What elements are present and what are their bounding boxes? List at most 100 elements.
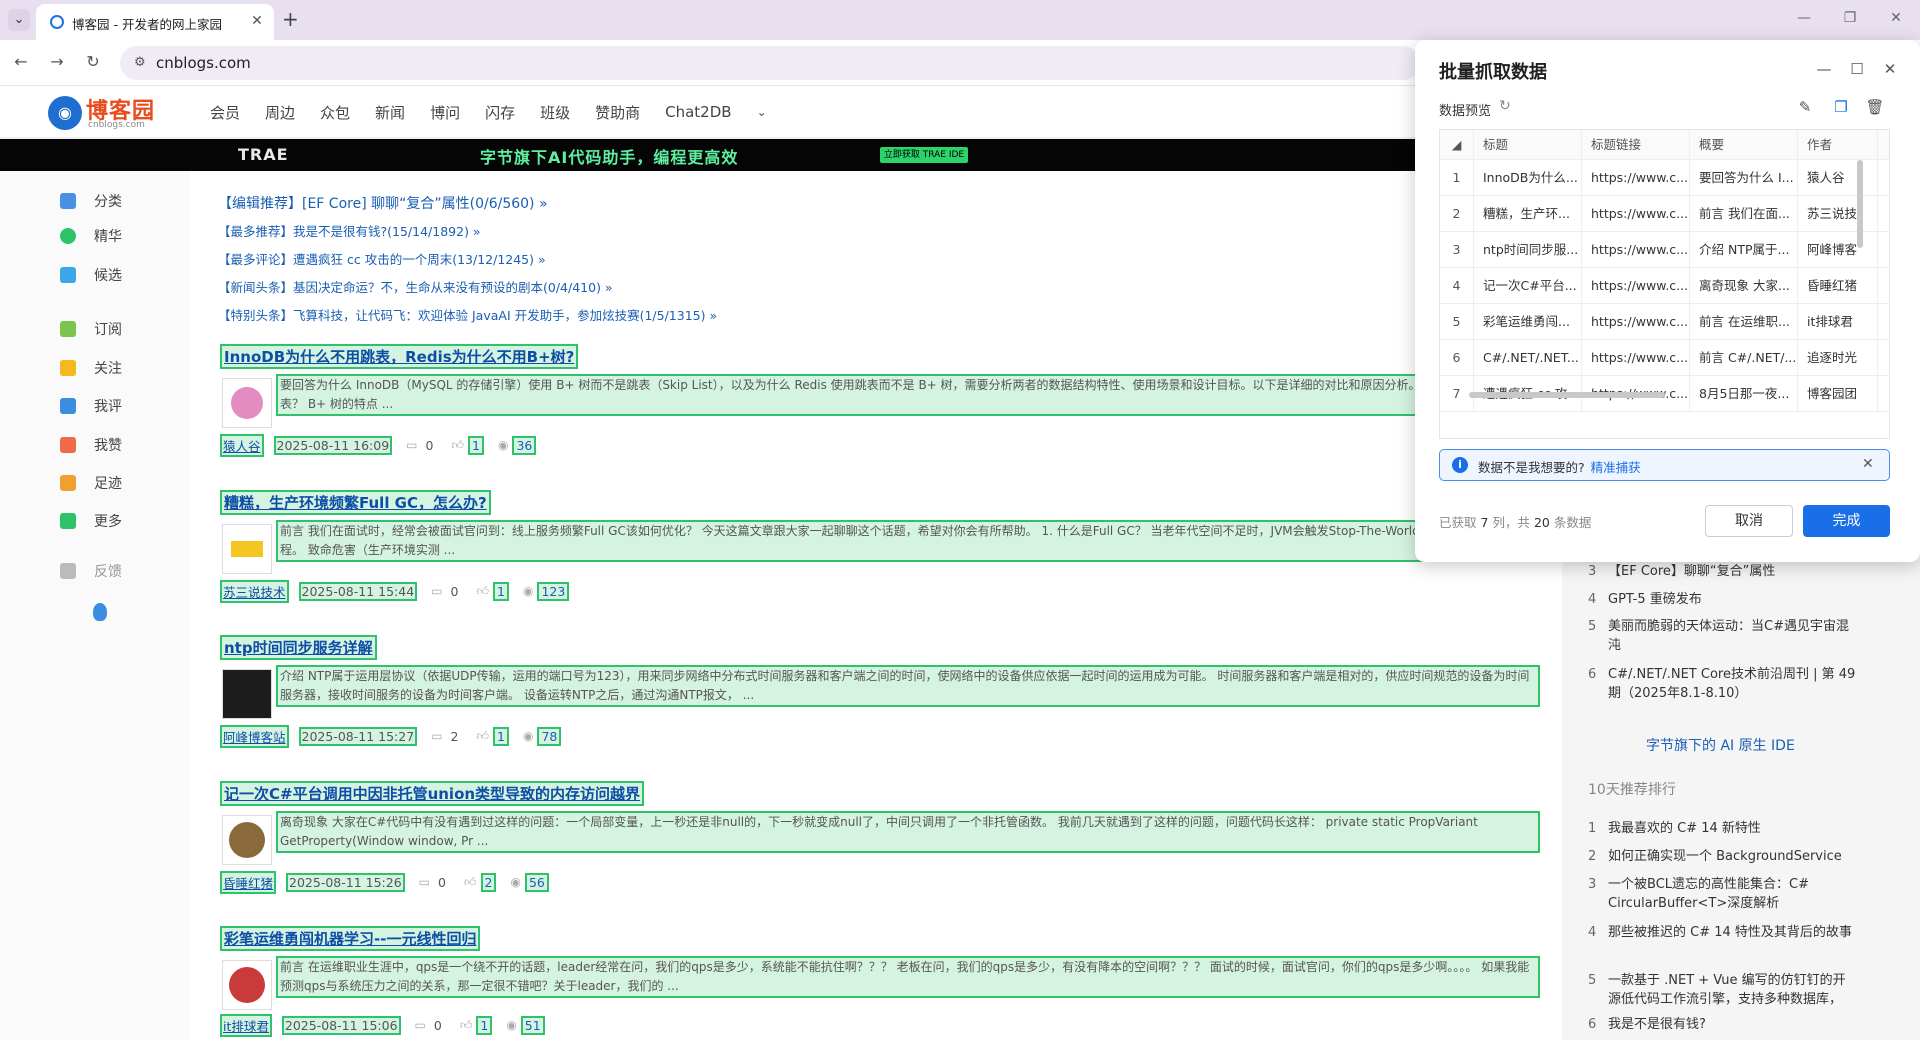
author-avatar[interactable] — [222, 378, 272, 428]
url-field[interactable]: ⚙ cnblogs.com — [120, 46, 1420, 80]
author-avatar[interactable] — [222, 669, 272, 719]
add-column-icon[interactable]: + — [1878, 130, 1889, 159]
menu-item[interactable]: 博问 — [430, 102, 460, 123]
sidebar-item-feedback[interactable]: 反馈 — [60, 559, 122, 583]
browser-tab[interactable]: 博客园 - 开发者的网上家园 ✕ — [36, 4, 274, 40]
post-title[interactable]: ntp时间同步服务详解 — [220, 635, 377, 660]
like-count[interactable]: 2 — [480, 872, 497, 892]
logo-icon[interactable]: ◉ — [48, 96, 82, 130]
post-author[interactable]: 猿人谷 — [220, 433, 264, 457]
item-link[interactable]: 我最喜欢的 C# 14 新特性 — [1608, 819, 1761, 838]
menu-item[interactable]: 会员 — [210, 102, 240, 123]
table-vertical-scrollbar[interactable] — [1857, 160, 1863, 248]
post-author[interactable]: it排球君 — [220, 1013, 272, 1037]
column-header[interactable]: 概要 — [1690, 130, 1798, 159]
item-link[interactable]: 我是不是很有钱? — [1608, 1015, 1706, 1034]
table-cell[interactable]: https://www.c... — [1582, 304, 1690, 339]
recommend-special[interactable]: 【特别头条】飞算科技，让代码飞：欢迎体验 JavaAI 开发助手，参加炫技赛(1… — [218, 305, 717, 324]
recommend-news[interactable]: 【新闻头条】基因决定命运？不，生命从来没有预设的剧本(0/4/410) » — [218, 277, 613, 296]
item-link[interactable]: 如何正确实现一个 BackgroundService — [1608, 847, 1842, 866]
new-tab-icon[interactable]: + — [282, 9, 299, 29]
post-title[interactable]: InnoDB为什么不用跳表，Redis为什么不用B+树? — [219, 344, 579, 369]
item-link[interactable]: 一个被BCL遗忘的高性能集合：C# CircularBuffer<T>深度解析 — [1608, 875, 1858, 913]
comment-count[interactable]: 0 — [424, 438, 436, 453]
like-count[interactable]: 1 — [476, 1015, 493, 1035]
post-title[interactable]: 糟糕，生产环境频繁Full GC，怎么办? — [220, 490, 491, 515]
post-summary[interactable]: 介绍 NTP属于运用层协议（依据UDP传输，运用的端口号为123），用来同步网络… — [276, 665, 1540, 707]
comment-count[interactable]: 2 — [449, 729, 461, 744]
recommend-link[interactable]: 遭遇疯狂 cc 攻击的一个周末(13/12/1245) » — [293, 252, 546, 267]
item-link[interactable]: 那些被推迟的 C# 14 特性及其背后的故事 — [1608, 923, 1852, 942]
sidebar-item-history[interactable]: 足迹 — [60, 471, 122, 495]
sidebar-item-my-likes[interactable]: 我赞 — [60, 433, 122, 457]
table-cell[interactable]: https://www.c... — [1582, 160, 1690, 195]
recommend-editor[interactable]: 【编辑推荐】[EF Core] 聊聊“复合”属性(0/6/560) » — [218, 193, 548, 213]
table-cell[interactable]: 8月5日那一夜... — [1690, 376, 1798, 411]
table-cell[interactable]: 阿峰博客 — [1798, 232, 1878, 267]
precise-capture-link[interactable]: 精准捕获 — [1591, 460, 1641, 475]
author-avatar[interactable] — [222, 524, 272, 574]
minimize-icon[interactable]: — — [1794, 10, 1814, 26]
table-cell[interactable]: 糟糕，生产环... — [1474, 196, 1582, 231]
table-cell[interactable]: 前言 C#/.NET/... — [1690, 340, 1798, 375]
post-summary[interactable]: 离奇现象 大家在C#代码中有没有遇到过这样的问题：一个局部变量，上一秒还是非nu… — [276, 811, 1540, 853]
recommend-link[interactable]: 基因决定命运？不，生命从来没有预设的剧本(0/4/410) » — [293, 280, 613, 295]
menu-item[interactable]: 班级 — [540, 102, 570, 123]
site-info-icon[interactable]: ⚙ — [134, 55, 146, 70]
author-avatar[interactable] — [222, 815, 272, 865]
menu-item[interactable]: Chat2DB — [665, 103, 731, 121]
ranking-item[interactable]: 3 一个被BCL遗忘的高性能集合：C# CircularBuffer<T>深度解析 — [1588, 875, 1858, 913]
menu-item[interactable]: 周边 — [265, 102, 295, 123]
column-header[interactable]: 标题链接 — [1582, 130, 1690, 159]
recommend-link[interactable]: 飞算科技，让代码飞：欢迎体验 JavaAI 开发助手，参加炫技赛(1/5/131… — [293, 308, 717, 323]
top-list-item[interactable]: 5 美丽而脆弱的天体运动：当C#遇见宇宙混沌 — [1588, 617, 1858, 655]
panel-maximize-icon[interactable]: ☐ — [1848, 60, 1866, 78]
menu-item[interactable]: 新闻 — [375, 102, 405, 123]
table-cell[interactable]: 前言 在运维职... — [1690, 304, 1798, 339]
top-list-item[interactable]: 6 C#/.NET/.NET Core技术前沿周刊 | 第 49 期（2025年8… — [1588, 665, 1858, 703]
table-cell[interactable]: C#/.NET/.NET... — [1474, 340, 1582, 375]
item-link[interactable]: 美丽而脆弱的天体运动：当C#遇见宇宙混沌 — [1608, 617, 1858, 655]
column-header[interactable]: 作者 — [1798, 130, 1878, 159]
table-cell[interactable]: 彩笔运维勇闯... — [1474, 304, 1582, 339]
table-cell[interactable]: https://www.c... — [1582, 340, 1690, 375]
table-cell[interactable]: ntp时间同步服... — [1474, 232, 1582, 267]
recommend-most-commented[interactable]: 【最多评论】遭遇疯狂 cc 攻击的一个周末(13/12/1245) » — [218, 249, 546, 268]
table-cell[interactable]: 昏睡红猪 — [1798, 268, 1878, 303]
table-cell[interactable]: 追逐时光 — [1798, 340, 1878, 375]
ranking-item[interactable]: 5 一款基于 .NET + Vue 编写的仿钉钉的开源低代码工作流引擎，支持多种数… — [1588, 971, 1858, 1009]
tab-list-dropdown-icon[interactable]: ⌄ — [8, 9, 30, 31]
menu-item[interactable]: 闪存 — [485, 102, 515, 123]
post-author[interactable]: 苏三说技术 — [220, 579, 289, 603]
menu-item[interactable]: 众包 — [320, 102, 350, 123]
comment-count[interactable]: 0 — [432, 1018, 444, 1033]
post-summary[interactable]: 要回答为什么 InnoDB（MySQL 的存储引擎）使用 B+ 树而不是跳表（S… — [276, 374, 1540, 416]
table-cell[interactable]: 前言 我们在面... — [1690, 196, 1798, 231]
table-cell[interactable]: 猿人谷 — [1798, 160, 1878, 195]
comment-count[interactable]: 0 — [436, 875, 448, 890]
delete-icon[interactable]: 🗑︎ — [1865, 98, 1885, 116]
table-cell[interactable]: https://www.c... — [1582, 196, 1690, 231]
item-link[interactable]: 【EF Core】聊聊“复合”属性 — [1608, 562, 1775, 581]
like-count[interactable]: 1 — [493, 581, 509, 601]
panel-minimize-icon[interactable]: — — [1815, 60, 1833, 78]
reload-icon[interactable]: ↻ — [82, 52, 104, 71]
comment-count[interactable]: 0 — [449, 584, 461, 599]
menu-item[interactable]: 赞助商 — [595, 102, 640, 123]
post-title[interactable]: 记一次C#平台调用中因非托管union类型导致的内存访问越界 — [219, 781, 645, 806]
recommend-link[interactable]: [EF Core] 聊聊“复合”属性(0/6/560) » — [302, 196, 548, 212]
forward-icon[interactable]: → — [46, 52, 68, 71]
sidebar-item-more[interactable]: 更多 — [60, 509, 122, 533]
table-horizontal-scrollbar[interactable] — [1469, 392, 1665, 398]
panel-close-icon[interactable]: ✕ — [1881, 60, 1899, 78]
copy-icon[interactable]: ❐ — [1831, 98, 1851, 116]
post-author[interactable]: 阿峰博客站 — [220, 724, 289, 748]
sidebar-item-candidate[interactable]: 候选 — [60, 263, 122, 287]
table-cell[interactable]: https://www.c... — [1582, 232, 1690, 267]
sidebar-item-featured[interactable]: 精华 — [60, 224, 122, 248]
post-author[interactable]: 昏睡红猪 — [219, 870, 277, 894]
ranking-item[interactable]: 4 那些被推迟的 C# 14 特性及其背后的故事 — [1588, 923, 1858, 942]
banner-button[interactable]: 立即获取 TRAE IDE — [880, 147, 968, 163]
item-link[interactable]: 一款基于 .NET + Vue 编写的仿钉钉的开源低代码工作流引擎，支持多种数据… — [1608, 971, 1858, 1009]
tab-close-icon[interactable]: ✕ — [248, 12, 266, 30]
